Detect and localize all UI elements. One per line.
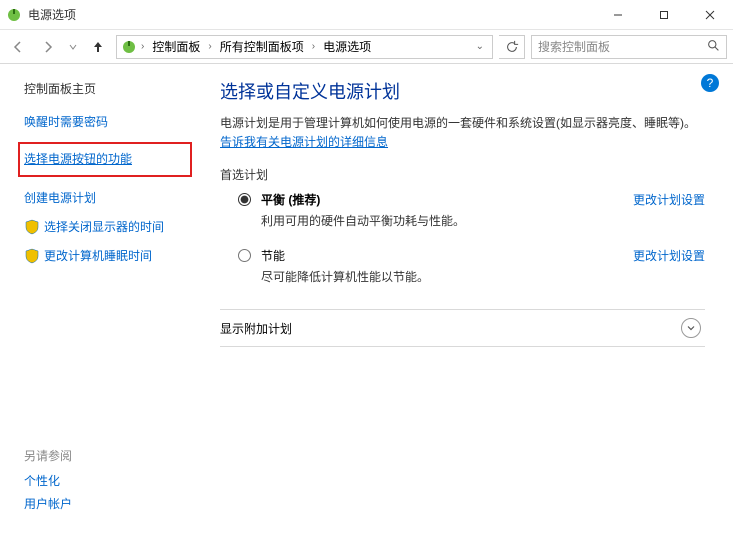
breadcrumb-dropdown-icon[interactable]: ⌄ [472,41,488,52]
see-also-header: 另请参阅 [24,447,190,464]
shield-icon [24,248,40,264]
sidebar: 控制面板主页 唤醒时需要密码 选择电源按钮的功能 创建电源计划 选择关闭显示器的… [0,64,200,538]
address-toolbar: › 控制面板 › 所有控制面板项 › 电源选项 ⌄ [0,30,733,64]
sidebar-item-sleep-time[interactable]: 更改计算机睡眠时间 [24,247,190,264]
change-plan-link[interactable]: 更改计划设置 [633,247,705,264]
sidebar-home[interactable]: 控制面板主页 [24,80,190,97]
page-description: 电源计划是用于管理计算机如何使用电源的一套硬件和系统设置(如显示器亮度、睡眠等)… [220,114,705,152]
nav-forward-button[interactable] [36,35,60,59]
breadcrumb[interactable]: › 控制面板 › 所有控制面板项 › 电源选项 ⌄ [116,35,493,59]
sidebar-item-power-button[interactable]: 选择电源按钮的功能 [18,142,192,177]
desc-text: 电源计划是用于管理计算机如何使用电源的一套硬件和系统设置(如显示器亮度、睡眠等)… [220,116,696,130]
additional-plans-row[interactable]: 显示附加计划 [220,309,705,347]
plan-info-link[interactable]: 告诉我有关电源计划的详细信息 [220,135,388,149]
see-also-personalization[interactable]: 个性化 [24,472,190,489]
power-plan-balanced: 平衡 (推荐) 利用可用的硬件自动平衡功耗与性能。 更改计划设置 [238,191,705,229]
chevron-right-icon: › [310,41,317,52]
sidebar-item-display-off[interactable]: 选择关闭显示器的时间 [24,218,190,235]
window-title: 电源选项 [28,6,76,23]
nav-up-button[interactable] [86,35,110,59]
sidebar-item-label: 选择电源按钮的功能 [24,150,132,167]
plan-description: 利用可用的硬件自动平衡功耗与性能。 [261,212,613,229]
plan-title: 节能 [261,247,613,264]
see-also-label: 个性化 [24,472,60,489]
chevron-right-icon: › [139,41,146,52]
see-also-user-accounts[interactable]: 用户帐户 [24,495,190,512]
plan-description: 尽可能降低计算机性能以节能。 [261,268,613,285]
plan-radio-saver[interactable] [238,249,251,262]
shield-icon [24,219,40,235]
maximize-button[interactable] [641,0,687,29]
sidebar-item-wake-password[interactable]: 唤醒时需要密码 [24,113,190,130]
search-input[interactable] [538,40,698,54]
page-title: 选择或自定义电源计划 [220,78,705,104]
close-button[interactable] [687,0,733,29]
preferred-plans-label: 首选计划 [220,166,705,183]
chevron-right-icon: › [206,41,213,52]
breadcrumb-icon [121,39,137,55]
help-icon[interactable]: ? [701,74,719,92]
additional-plans-label: 显示附加计划 [220,320,292,337]
power-plan-saver: 节能 尽可能降低计算机性能以节能。 更改计划设置 [238,247,705,285]
refresh-button[interactable] [499,35,525,59]
breadcrumb-item[interactable]: 所有控制面板项 [216,38,308,55]
nav-back-button[interactable] [6,35,30,59]
nav-recent-button[interactable] [66,35,80,59]
minimize-button[interactable] [595,0,641,29]
sidebar-item-create-plan[interactable]: 创建电源计划 [24,189,190,206]
plan-radio-balanced[interactable] [238,193,251,206]
search-box[interactable] [531,35,727,59]
sidebar-item-label: 更改计算机睡眠时间 [44,247,152,264]
sidebar-item-label: 创建电源计划 [24,189,96,206]
content-pane: ? 选择或自定义电源计划 电源计划是用于管理计算机如何使用电源的一套硬件和系统设… [200,64,733,538]
search-icon[interactable] [707,39,720,55]
app-icon [6,7,22,23]
sidebar-item-label: 唤醒时需要密码 [24,113,108,130]
plan-title: 平衡 (推荐) [261,191,613,208]
sidebar-item-label: 选择关闭显示器的时间 [44,218,164,235]
see-also-label: 用户帐户 [24,495,72,512]
breadcrumb-item[interactable]: 控制面板 [148,38,204,55]
expand-icon[interactable] [681,318,701,338]
breadcrumb-item[interactable]: 电源选项 [319,38,375,55]
change-plan-link[interactable]: 更改计划设置 [633,191,705,208]
window-titlebar: 电源选项 [0,0,733,30]
